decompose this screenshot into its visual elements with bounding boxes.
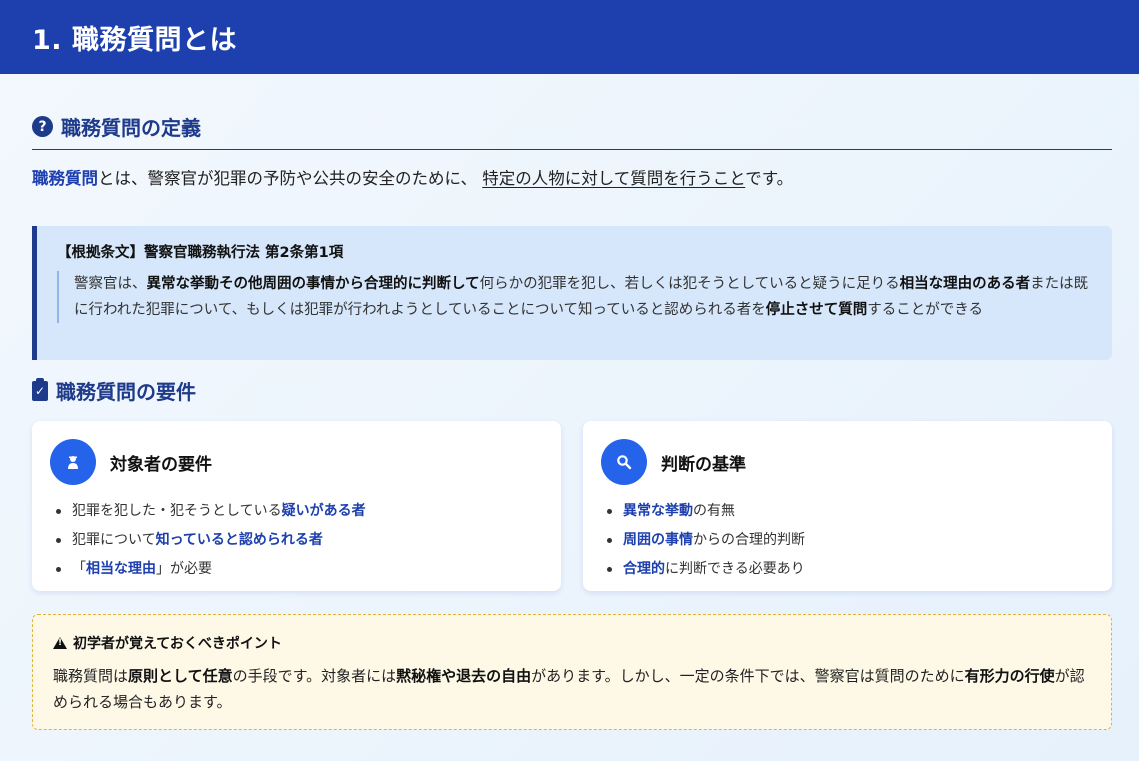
definition-term: 職務質問 <box>32 169 98 188</box>
requirements-title-text: 職務質問の要件 <box>56 380 196 404</box>
card-title: 対象者の要件 <box>110 454 212 475</box>
tip-title: 初学者が覚えておくべきポイント <box>53 633 1091 653</box>
definition-underlined: 特定の人物に対して質問を行うこと <box>482 169 746 188</box>
list-item: 犯罪について知っていると認められる者 <box>50 526 543 555</box>
law-p2: 何らかの犯罪を犯し、若しくは犯そうとしていると疑うに足りる <box>479 276 900 292</box>
beginner-tip-box: 初学者が覚えておくべきポイント 職務質問は原則として任意の手段です。対象者には黙… <box>32 614 1112 730</box>
tip-title-text: 初学者が覚えておくべきポイント <box>73 636 282 652</box>
warning-icon <box>53 637 67 649</box>
law-b3: 停止させて質問 <box>765 302 868 318</box>
list-item: 「相当な理由」が必要 <box>50 555 543 584</box>
law-box: 【根拠条文】警察官職務執行法 第2条第1項 警察官は、異常な挙動その他周囲の事情… <box>32 226 1112 360</box>
list-item: 異常な挙動の有無 <box>601 497 1094 526</box>
law-b2: 相当な理由のある者 <box>899 276 1031 292</box>
list-item: 周囲の事情からの合理的判断 <box>601 526 1094 555</box>
definition-text-b: です。 <box>745 169 794 188</box>
definition-section-title: ? 職務質問の定義 <box>32 112 1112 150</box>
list-item: 合理的に判断できる必要あり <box>601 555 1094 584</box>
law-b1: 異常な挙動その他周囲の事情から合理的に判断して <box>146 276 480 292</box>
subject-requirements-card: 対象者の要件 犯罪を犯した・犯そうとしている疑いがある者 犯罪について知っている… <box>32 421 561 591</box>
tip-body: 職務質問は原則として任意の手段です。対象者には黙秘権や退去の自由があります。しか… <box>53 667 1085 711</box>
search-icon <box>601 439 647 485</box>
page-header: 1. 職務質問とは <box>0 0 1139 74</box>
law-p1: 警察官は、 <box>74 276 147 292</box>
user-secret-icon <box>50 439 96 485</box>
law-p4: することができる <box>867 302 984 318</box>
definition-text-a: とは、警察官が犯罪の予防や公共の安全のために、 <box>98 169 478 188</box>
requirements-section-title: ✓ 職務質問の要件 <box>32 376 196 405</box>
law-body: 警察官は、異常な挙動その他周囲の事情から合理的に判断して何らかの犯罪を犯し、若し… <box>57 271 1092 323</box>
law-title: 【根拠条文】警察官職務執行法 第2条第1項 <box>57 245 344 261</box>
judgement-criteria-card: 判断の基準 異常な挙動の有無 周囲の事情からの合理的判断 合理的に判断できる必要… <box>583 421 1112 591</box>
card-title: 判断の基準 <box>661 454 746 475</box>
question-circle-icon: ? <box>32 116 53 137</box>
page-title: 1. 職務質問とは <box>32 24 237 56</box>
definition-text: 職務質問とは、警察官が犯罪の予防や公共の安全のために、 特定の人物に対して質問を… <box>32 165 793 189</box>
definition-title-text: 職務質問の定義 <box>61 116 201 140</box>
list-item: 犯罪を犯した・犯そうとしている疑いがある者 <box>50 497 543 526</box>
clipboard-check-icon: ✓ <box>32 377 48 401</box>
